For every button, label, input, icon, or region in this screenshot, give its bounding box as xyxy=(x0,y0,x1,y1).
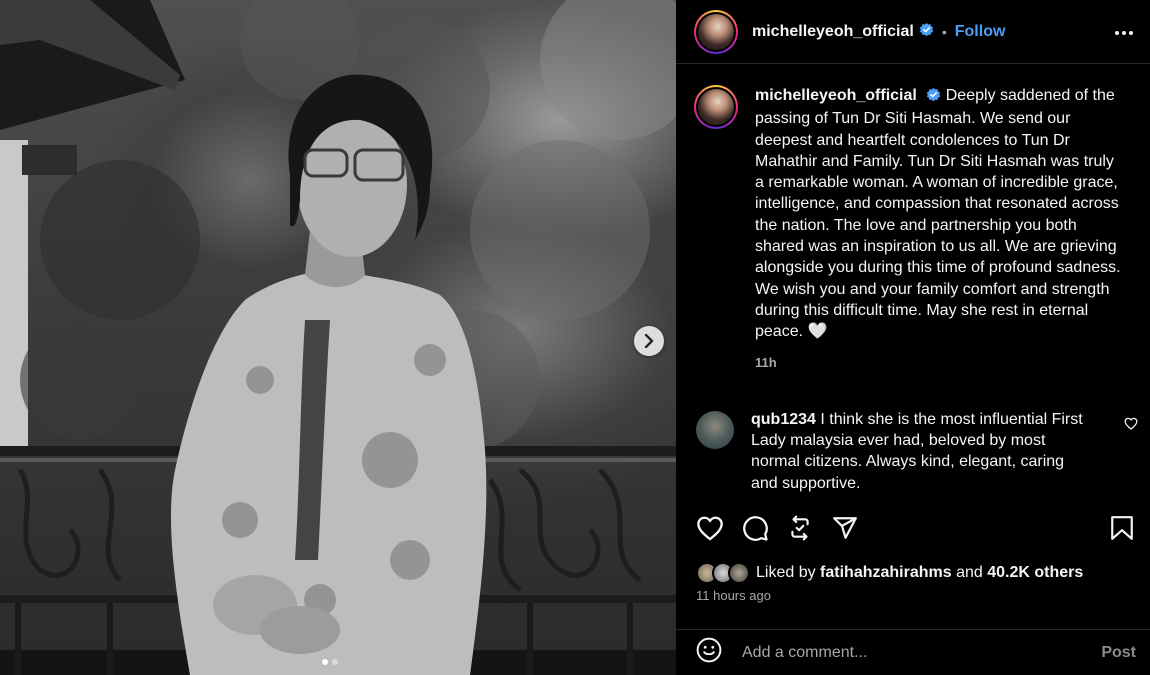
post-timestamp[interactable]: 11 hours ago xyxy=(696,588,771,603)
photo-scene xyxy=(0,0,676,675)
commenter-avatar[interactable] xyxy=(696,410,734,449)
verified-badge-icon xyxy=(926,87,941,108)
caption-timestamp[interactable]: 11h xyxy=(755,352,1125,373)
post-header: michelleyeoh_official • Follow xyxy=(676,0,1150,64)
caption-author-avatar[interactable] xyxy=(694,85,738,129)
likes-others-count[interactable]: 40.2K others xyxy=(987,564,1083,582)
header-separator: • xyxy=(941,23,947,40)
comment-input[interactable] xyxy=(742,643,1102,662)
liked-by-user[interactable]: fatihahzahirahms xyxy=(820,564,952,582)
post-actions-bar xyxy=(696,510,1134,546)
comment-item: qub1234 I think she is the most influent… xyxy=(676,373,1150,494)
likes-and: and xyxy=(956,564,983,581)
repost-icon[interactable] xyxy=(787,515,813,541)
add-comment-bar: Post xyxy=(676,629,1150,675)
post-photo[interactable] xyxy=(0,0,676,675)
carousel-dot-active xyxy=(322,659,328,665)
chevron-right-icon xyxy=(644,334,654,348)
caption-text: Deeply saddened of the passing of Tun Dr… xyxy=(755,87,1121,341)
heart-icon[interactable] xyxy=(696,515,724,541)
share-icon[interactable] xyxy=(831,515,859,541)
follow-button[interactable]: Follow xyxy=(955,23,1006,41)
post-comment-button[interactable]: Post xyxy=(1101,644,1136,662)
liker-avatars xyxy=(696,562,750,584)
commenter-username[interactable]: qub1234 xyxy=(751,411,816,428)
likes-summary[interactable]: Liked by fatihahzahirahms and 40.2K othe… xyxy=(696,562,1083,584)
likes-prefix: Liked by xyxy=(756,564,816,581)
verified-badge-icon xyxy=(919,22,934,42)
more-options-icon[interactable] xyxy=(1114,23,1134,41)
caption-username[interactable]: michelleyeoh_official xyxy=(755,87,917,104)
author-avatar[interactable] xyxy=(694,9,738,54)
carousel-dot xyxy=(332,659,338,665)
bookmark-icon[interactable] xyxy=(1110,515,1134,541)
author-username[interactable]: michelleyeoh_official xyxy=(752,23,914,41)
post-detail-panel: michelleyeoh_official • Follow michelley… xyxy=(676,0,1150,675)
post-caption: michelleyeoh_official Deeply saddened of… xyxy=(676,65,1150,373)
emoji-icon[interactable] xyxy=(696,637,722,668)
next-slide-button[interactable] xyxy=(634,326,664,356)
comment-icon[interactable] xyxy=(742,515,769,542)
carousel-indicator xyxy=(322,659,338,665)
comments-scroll-area[interactable]: michelleyeoh_official Deeply saddened of… xyxy=(676,65,1150,497)
liker-avatar xyxy=(728,562,750,584)
comment-like-heart-icon[interactable] xyxy=(1124,417,1138,435)
